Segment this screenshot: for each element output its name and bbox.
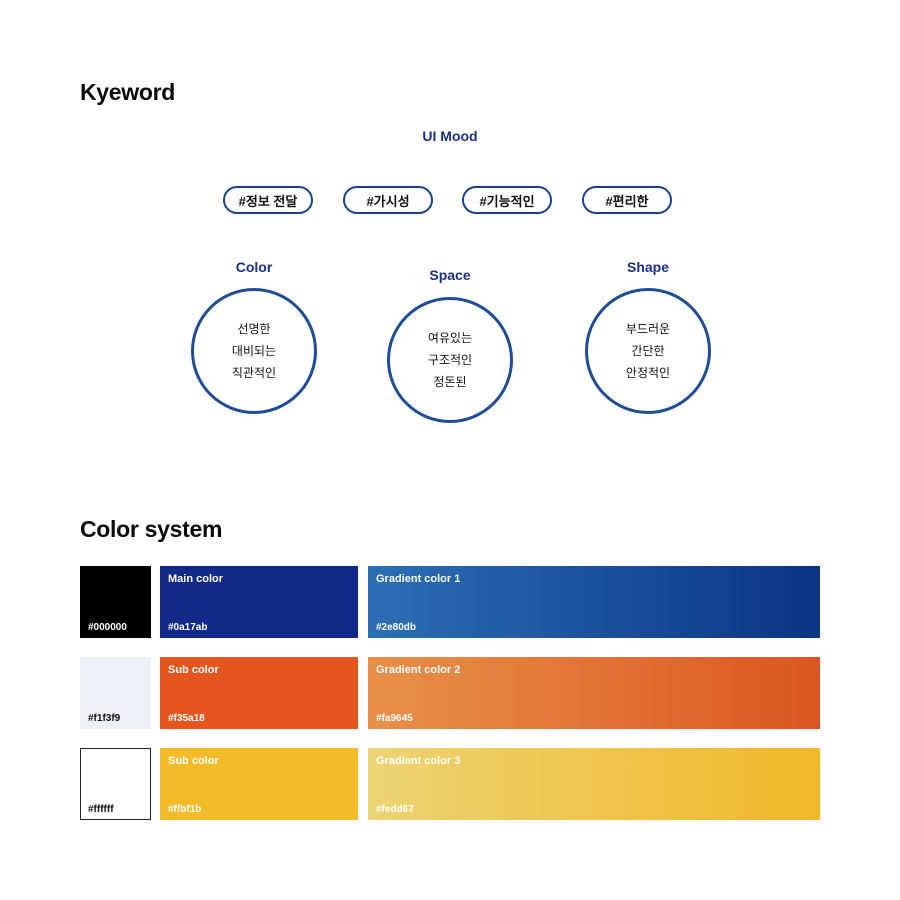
swatch-hex-label: #fa9645 (376, 713, 413, 724)
neutral-swatch: #ffffff (80, 748, 151, 820)
swatch-name: Sub color (168, 755, 219, 767)
swatch-hex-label: #000000 (88, 622, 127, 633)
swatch-name: Gradient color 2 (376, 664, 461, 676)
neutral-swatch: #f1f3f9 (80, 657, 151, 729)
category-space-line: 구조적인 (427, 353, 473, 367)
category-shape-circle: 부드러운 간단한 안정적인 (585, 288, 711, 414)
category-shape-line: 부드러운 (625, 322, 671, 336)
category-space-line: 정돈된 (433, 375, 467, 389)
tag-visibility: #가시성 (343, 186, 433, 214)
category-color-line: 선명한 (237, 322, 271, 336)
swatch-hex-label: #0a17ab (168, 622, 208, 633)
color-system-title: Color system (80, 516, 223, 542)
tag-information-delivery: #정보 전달 (223, 186, 313, 214)
category-color-circle: 선명한 대비되는 직관적인 (191, 288, 317, 414)
sub-color-swatch: Sub color #ffbf1b (160, 748, 358, 820)
category-shape-line: 간단한 (631, 344, 665, 358)
category-color-line: 직관적인 (231, 366, 277, 380)
swatch-hex-label: #fedd67 (376, 804, 414, 815)
swatch-hex-label: #ffbf1b (168, 804, 202, 815)
swatch-hex-label: #f35a18 (168, 713, 205, 724)
gradient-swatch: Gradient color 1 #2e80db (368, 566, 820, 638)
category-shape-line: 안정적인 (625, 366, 671, 380)
sub-color-swatch: Sub color #f35a18 (160, 657, 358, 729)
swatch-hex-label: #f1f3f9 (88, 713, 121, 724)
category-shape-title: Shape (626, 259, 669, 275)
swatch-name: Main color (168, 573, 224, 585)
swatch-hex-label: #2e80db (376, 622, 417, 633)
category-color-line: 대비되는 (231, 344, 277, 358)
category-color-title: Color (235, 259, 273, 275)
main-color-swatch: Main color #0a17ab (160, 566, 358, 638)
tag-functional: #기능적인 (462, 186, 552, 214)
swatch-name: Gradient color 3 (376, 755, 461, 767)
category-space-line: 여유있는 (427, 331, 473, 345)
ui-mood-title: UI Mood (422, 128, 478, 144)
swatch-hex-label: #ffffff (88, 804, 114, 815)
tag-convenient: #편리한 (582, 186, 672, 214)
gradient-swatch: Gradient color 2 #fa9645 (368, 657, 820, 729)
swatch-name: Sub color (168, 664, 219, 676)
category-space-circle: 여유있는 구조적인 정돈된 (387, 297, 513, 423)
neutral-swatch: #000000 (80, 566, 151, 638)
category-space-title: Space (429, 267, 471, 283)
swatch-name: Gradient color 1 (376, 573, 461, 585)
keyword-title: Kyeword (80, 79, 176, 105)
gradient-swatch: Gradient color 3 #fedd67 (368, 748, 820, 820)
